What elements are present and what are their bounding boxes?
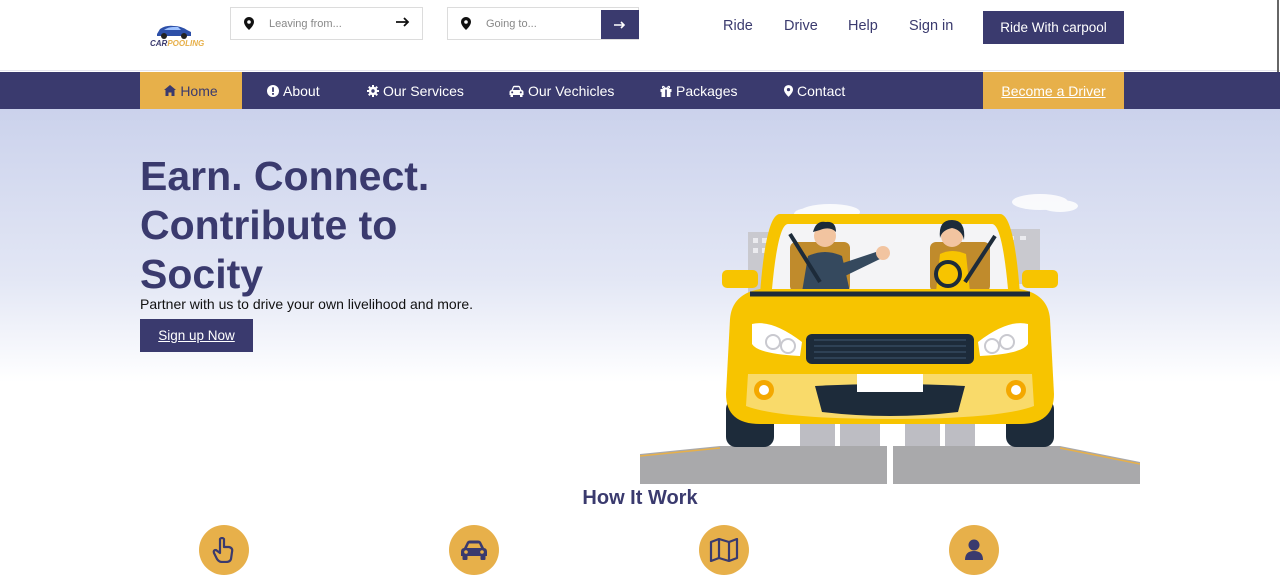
gift-icon [660, 85, 672, 97]
ride-link[interactable]: Ride [723, 18, 753, 34]
map-icon [709, 538, 739, 562]
become-a-driver-button[interactable]: Become a Driver [983, 72, 1124, 109]
search-go-button[interactable] [601, 10, 639, 39]
car-icon [461, 540, 487, 560]
going-to-search [447, 7, 639, 40]
leaving-from-input[interactable] [269, 9, 379, 38]
nav-our-vehicles[interactable]: Our Vechicles [509, 72, 614, 109]
help-link[interactable]: Help [848, 18, 878, 34]
map-pin-icon [461, 17, 471, 30]
nav-about[interactable]: About [267, 72, 320, 109]
map-pin-icon [784, 84, 793, 97]
user-icon [965, 539, 983, 560]
drive-link[interactable]: Drive [784, 18, 818, 34]
arrow-right-icon [614, 20, 626, 29]
hero-section: Earn. Connect. Contribute to Socity Part… [0, 109, 1280, 489]
info-circle-icon [267, 84, 279, 97]
nav-our-services[interactable]: Our Services [367, 72, 464, 109]
home-icon [164, 85, 177, 96]
car-icon [509, 85, 524, 97]
nav-our-vehicles-label: Our Vechicles [528, 82, 615, 99]
car-illustration [640, 194, 1140, 484]
nav-home-label: Home [180, 82, 218, 99]
map-pin-icon [244, 17, 254, 30]
nav-about-label: About [283, 82, 320, 99]
page: CARPOOLING Ride [0, 0, 1280, 583]
step-2 [449, 525, 499, 575]
logo-car-icon [157, 25, 191, 39]
main-nav: Home About Our Services Our Vechicles Pa… [0, 72, 1280, 109]
step-1 [199, 525, 249, 575]
logo-text: CARPOOLING [150, 39, 205, 48]
arrow-right-icon[interactable] [396, 16, 410, 28]
step-3 [699, 525, 749, 575]
nav-our-services-label: Our Services [383, 82, 464, 99]
hand-pointer-icon [212, 537, 234, 563]
hero-title: Earn. Connect. Contribute to Socity [140, 153, 430, 297]
how-it-work-heading: How It Work [582, 487, 698, 509]
nav-packages-label: Packages [676, 82, 738, 99]
leaving-from-search [230, 7, 423, 40]
nav-packages[interactable]: Packages [660, 72, 737, 109]
going-to-input[interactable] [486, 9, 596, 38]
logo[interactable]: CARPOOLING [148, 20, 204, 52]
gear-icon [367, 84, 379, 97]
sign-in-link[interactable]: Sign in [909, 18, 953, 34]
nav-contact[interactable]: Contact [784, 72, 845, 109]
nav-contact-label: Contact [797, 82, 846, 99]
hero-subtitle: Partner with us to drive your own liveli… [140, 296, 474, 312]
step-4 [949, 525, 999, 575]
top-header: CARPOOLING Ride [0, 0, 1280, 71]
sign-up-now-button[interactable]: Sign up Now [140, 319, 253, 352]
nav-home[interactable]: Home [140, 72, 242, 109]
ride-with-carpool-button[interactable]: Ride With carpool [983, 11, 1124, 44]
